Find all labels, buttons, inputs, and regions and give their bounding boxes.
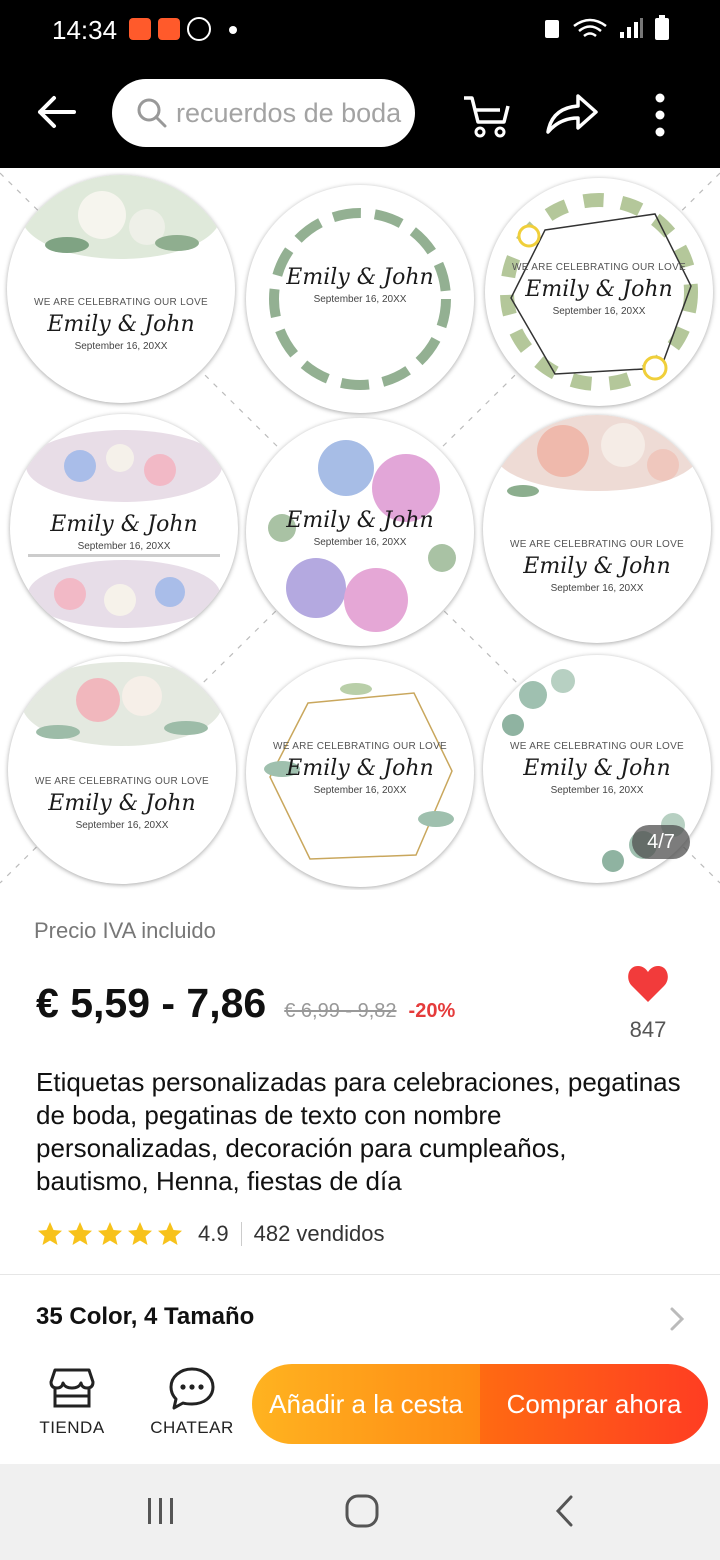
vat-note: Precio IVA incluido bbox=[34, 918, 216, 943]
home-icon[interactable] bbox=[345, 1494, 379, 1528]
section-divider bbox=[0, 1274, 720, 1275]
system-navigation-bar bbox=[0, 1464, 720, 1560]
app-notification-icon bbox=[158, 18, 180, 40]
sticker-design: WE ARE CELEBRATING OUR LOVE Emily & John… bbox=[246, 659, 474, 887]
sticker-names: Emily & John bbox=[48, 791, 196, 816]
sticker-names: Emily & John bbox=[525, 277, 673, 302]
sticker-design: WE ARE CELEBRATING OUR LOVE Emily & John… bbox=[483, 415, 711, 643]
sticker-design: Emily & John September 16, 20XX bbox=[246, 418, 474, 646]
current-price: € 5,59 - 7,86 bbox=[36, 980, 267, 1026]
sticker-design: WE ARE CELEBRATING OUR LOVE Emily & John… bbox=[8, 656, 236, 884]
image-counter: 4/7 bbox=[632, 825, 690, 859]
sticker-kicker: WE ARE CELEBRATING OUR LOVE bbox=[272, 741, 448, 752]
top-bar: recuerdos de boda bbox=[0, 62, 720, 168]
battery-icon bbox=[655, 15, 669, 40]
heart-icon[interactable] bbox=[626, 962, 670, 1006]
cart-icon[interactable] bbox=[460, 88, 512, 140]
sticker-date: September 16, 20XX bbox=[550, 785, 644, 796]
whatsapp-icon bbox=[187, 17, 211, 41]
original-price: € 6,99 - 9,82 bbox=[284, 1000, 397, 1022]
floral-decoration-icon bbox=[21, 175, 221, 259]
signal-icon bbox=[620, 18, 643, 38]
sticker-design: WE ARE CELEBRATING OUR LOVE Emily & John… bbox=[485, 178, 713, 406]
store-label: TIENDA bbox=[39, 1418, 105, 1437]
sticker-names: Emily & John bbox=[47, 312, 195, 337]
sticker-kicker: WE ARE CELEBRATING OUR LOVE bbox=[33, 297, 209, 308]
sticker-names: Emily & John bbox=[523, 756, 671, 781]
sticker-date: September 16, 20XX bbox=[77, 541, 171, 552]
wifi-icon bbox=[573, 18, 607, 38]
variant-selector[interactable]: 35 Color, 4 Tamaño bbox=[36, 1303, 254, 1331]
share-icon[interactable] bbox=[544, 90, 600, 138]
favorites-count: 847 bbox=[629, 1017, 667, 1042]
sticker-kicker: WE ARE CELEBRATING OUR LOVE bbox=[34, 776, 210, 787]
sticker-design: Emily & John September 16, 20XX bbox=[246, 185, 474, 413]
rating-row[interactable]: 4.9 482 vendidos bbox=[36, 1218, 384, 1250]
sticker-kicker: WE ARE CELEBRATING OUR LOVE bbox=[509, 539, 685, 550]
sticker-date: September 16, 20XX bbox=[550, 583, 644, 594]
search-query: recuerdos de boda bbox=[176, 97, 402, 128]
discount-badge: -20% bbox=[408, 1000, 456, 1022]
product-title: Etiquetas personalizadas para celebracio… bbox=[36, 1067, 681, 1196]
status-bar: 14:34 bbox=[0, 0, 720, 62]
sticker-date: September 16, 20XX bbox=[74, 341, 168, 352]
add-to-cart-button[interactable]: Añadir a la cesta bbox=[252, 1364, 480, 1444]
sticker-design: Emily & John September 16, 20XX bbox=[10, 414, 238, 642]
more-vertical-icon[interactable] bbox=[646, 90, 674, 140]
rating-stars bbox=[36, 1220, 184, 1248]
store-button[interactable]: TIENDA bbox=[22, 1366, 122, 1452]
product-image-gallery[interactable]: WE ARE CELEBRATING OUR LOVE Emily & John… bbox=[0, 168, 720, 890]
search-icon bbox=[137, 98, 167, 128]
star-icon bbox=[158, 1222, 182, 1245]
sticker-design: WE ARE CELEBRATING OUR LOVE Emily & John… bbox=[7, 175, 235, 403]
sticker-names: Emily & John bbox=[50, 512, 198, 537]
price-row: € 5,59 - 7,86 € 6,99 - 9,82 -20% bbox=[36, 980, 455, 1027]
sold-count: 482 vendidos bbox=[253, 1221, 385, 1246]
sticker-kicker: WE ARE CELEBRATING OUR LOVE bbox=[509, 741, 685, 752]
buy-now-button[interactable]: Comprar ahora bbox=[480, 1364, 708, 1444]
bottom-action-bar: TIENDA CHATEAR Añadir a la cesta Comprar… bbox=[0, 1352, 720, 1464]
store-icon bbox=[49, 1368, 95, 1408]
star-icon bbox=[38, 1222, 62, 1245]
sticker-date: September 16, 20XX bbox=[313, 785, 407, 796]
recent-apps-icon[interactable] bbox=[146, 1496, 176, 1526]
sticker-date: September 16, 20XX bbox=[75, 820, 169, 831]
sticker-names: Emily & John bbox=[286, 508, 434, 533]
back-arrow-icon[interactable] bbox=[34, 90, 78, 134]
sticker-date: September 16, 20XX bbox=[552, 306, 646, 317]
cta-group: Añadir a la cesta Comprar ahora bbox=[252, 1364, 708, 1444]
star-icon bbox=[68, 1222, 92, 1245]
sticker-kicker: WE ARE CELEBRATING OUR LOVE bbox=[511, 262, 687, 273]
floral-decoration-icon bbox=[493, 415, 701, 497]
sticker-names: Emily & John bbox=[523, 554, 671, 579]
chevron-right-icon[interactable] bbox=[668, 1306, 686, 1332]
sticker-date: September 16, 20XX bbox=[313, 537, 407, 548]
app-notification-icon bbox=[129, 18, 151, 40]
chat-icon bbox=[169, 1367, 215, 1410]
sticker-names: Emily & John bbox=[286, 265, 434, 290]
rating-separator bbox=[240, 1222, 242, 1246]
floral-decoration-icon bbox=[22, 662, 222, 746]
more-notifications-icon bbox=[229, 26, 237, 34]
rating-value: 4.9 bbox=[198, 1221, 229, 1246]
search-input[interactable]: recuerdos de boda bbox=[112, 79, 415, 147]
system-back-icon[interactable] bbox=[554, 1494, 574, 1528]
sticker-names: Emily & John bbox=[286, 756, 434, 781]
star-icon bbox=[98, 1222, 122, 1245]
alarm-icon bbox=[545, 20, 559, 38]
status-time: 14:34 bbox=[52, 15, 118, 45]
sticker-date: September 16, 20XX bbox=[313, 294, 407, 305]
chat-label: CHATEAR bbox=[150, 1418, 234, 1437]
star-icon bbox=[128, 1222, 152, 1245]
chat-button[interactable]: CHATEAR bbox=[142, 1366, 242, 1452]
